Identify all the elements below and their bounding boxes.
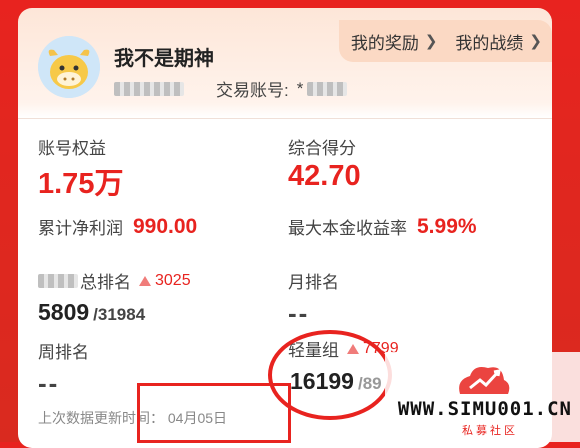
account-value: * xyxy=(296,78,304,98)
month-rank-label: 月排名 xyxy=(288,273,339,292)
my-record-link[interactable]: 我的战绩 ❯ xyxy=(455,29,542,54)
highlight-rectangle xyxy=(137,383,291,443)
watermark-tag: 私募社区 xyxy=(462,425,518,437)
watermark-site: WWW.SIMU001.CN xyxy=(397,398,572,420)
highlight-circle xyxy=(268,330,392,420)
score-value: 42.70 xyxy=(288,160,361,192)
site-logo-icon xyxy=(459,367,510,394)
score-label: 综合得分 xyxy=(288,139,356,158)
my-rewards-link[interactable]: 我的奖励 ❯ xyxy=(351,29,438,54)
total-rank-label: 总排名 xyxy=(80,273,131,292)
total-rank-value-row: 5809 /31984 xyxy=(38,299,145,326)
total-rank-row: 总排名 3025 xyxy=(38,268,191,293)
month-rank-value: -- xyxy=(288,298,310,328)
cow-avatar-icon xyxy=(38,36,100,98)
masked-account xyxy=(307,81,348,96)
avatar[interactable] xyxy=(38,36,100,98)
masked-prefix xyxy=(38,273,78,288)
equity-label: 账号权益 xyxy=(38,139,106,158)
net-profit-label: 累计净利润 xyxy=(38,219,123,238)
my-record-label: 我的战绩 xyxy=(455,33,524,53)
my-rewards-label: 我的奖励 xyxy=(350,33,419,53)
total-rank-change: 3025 xyxy=(155,271,191,289)
watermark: WWW.SIMU001.CN 私募社区 xyxy=(385,352,580,442)
max-return-value: 5.99% xyxy=(417,214,477,238)
max-return-label: 最大本金收益率 xyxy=(288,219,407,238)
header-divider xyxy=(18,118,552,119)
net-profit-row: 累计净利润 990.00 xyxy=(38,214,197,239)
chevron-right-icon: ❯ xyxy=(424,33,438,50)
account-label: 交易账号: xyxy=(216,81,289,100)
equity-value: 1.75万 xyxy=(38,168,124,200)
net-profit-value: 990.00 xyxy=(133,214,198,238)
week-rank-label: 周排名 xyxy=(38,343,89,362)
masked-id xyxy=(114,81,184,96)
username: 我不是期神 xyxy=(114,48,214,70)
rank-up-icon xyxy=(139,275,151,286)
total-participants: /31984 xyxy=(93,305,146,324)
total-rank-value: 5809 xyxy=(38,299,90,325)
account-row: 交易账号: * xyxy=(114,76,348,101)
week-rank-value: -- xyxy=(38,368,60,398)
top-links-bar: 我的奖励 ❯ 我的战绩 ❯ xyxy=(338,20,552,62)
max-return-row: 最大本金收益率 5.99% xyxy=(288,214,477,239)
chevron-right-icon: ❯ xyxy=(529,33,542,50)
